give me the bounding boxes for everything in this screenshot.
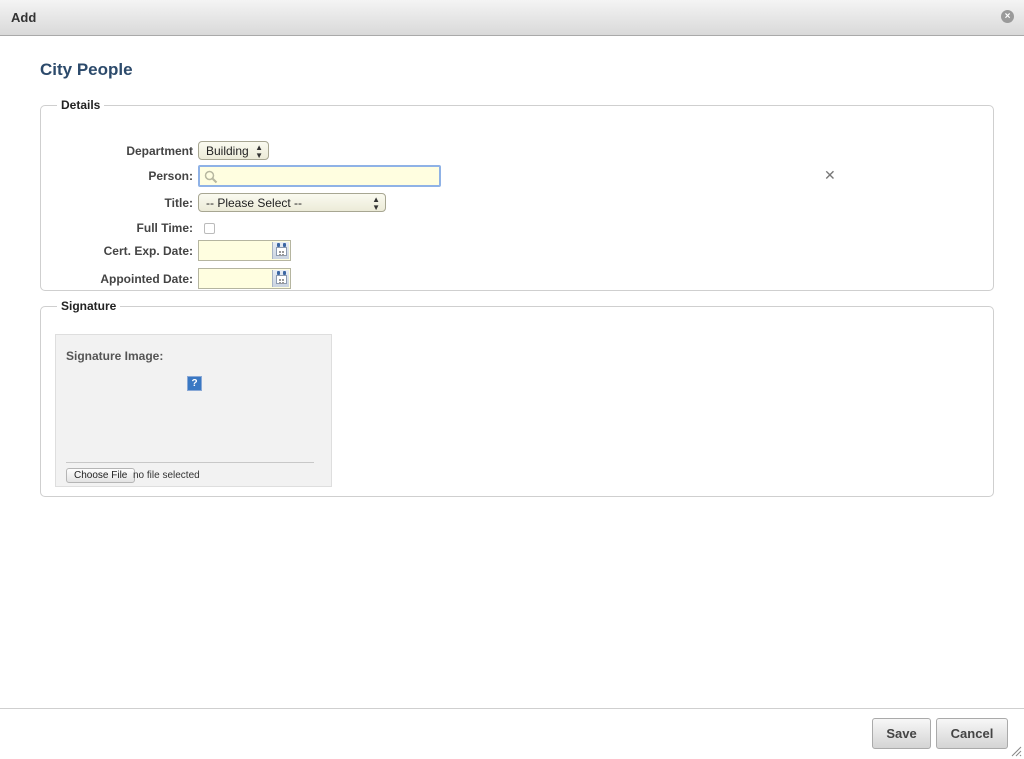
full-time-checkbox[interactable] bbox=[204, 223, 215, 234]
title-value: -- Please Select -- bbox=[206, 196, 303, 210]
resize-grip-icon[interactable] bbox=[1010, 745, 1022, 757]
calendar-icon[interactable] bbox=[272, 242, 289, 259]
cert-exp-date-input[interactable] bbox=[198, 240, 291, 261]
title-label: Title: bbox=[164, 196, 193, 210]
department-select[interactable]: Building ▲ ▼ bbox=[198, 141, 269, 160]
choose-file-button[interactable]: Choose File bbox=[66, 468, 136, 483]
select-arrows-icon: ▲ ▼ bbox=[372, 195, 380, 212]
appointed-date-input[interactable] bbox=[198, 268, 291, 289]
select-arrows-icon: ▲ ▼ bbox=[255, 143, 263, 160]
person-label: Person: bbox=[148, 169, 193, 183]
divider bbox=[66, 462, 314, 463]
save-button[interactable]: Save bbox=[872, 718, 931, 749]
person-input[interactable] bbox=[198, 165, 441, 187]
title-select[interactable]: -- Please Select -- ▲ ▼ bbox=[198, 193, 386, 212]
appointed-date-label: Appointed Date: bbox=[100, 272, 193, 286]
clear-x-icon[interactable]: ✕ bbox=[824, 167, 836, 184]
cancel-button[interactable]: Cancel bbox=[936, 718, 1008, 749]
cert-exp-date-label: Cert. Exp. Date: bbox=[103, 244, 193, 258]
dialog-titlebar: Add × bbox=[0, 0, 1024, 36]
department-value: Building bbox=[206, 144, 249, 158]
no-file-text: no file selected bbox=[133, 470, 200, 481]
signature-fieldset: Signature Signature Image: ? Choose File… bbox=[40, 299, 994, 497]
full-time-label: Full Time: bbox=[136, 221, 193, 235]
details-fieldset: Details Department Building ▲ ▼ Person: ✕… bbox=[40, 98, 994, 291]
calendar-icon[interactable] bbox=[272, 270, 289, 287]
signature-panel: Signature Image: ? Choose File no file s… bbox=[55, 334, 332, 487]
dialog-title: Add bbox=[11, 10, 37, 25]
details-legend: Details bbox=[61, 98, 101, 112]
department-label: Department bbox=[126, 144, 193, 158]
close-icon[interactable]: × bbox=[1001, 10, 1014, 23]
search-icon bbox=[204, 170, 218, 184]
signature-legend: Signature bbox=[61, 299, 117, 313]
broken-image-icon: ? bbox=[187, 376, 202, 391]
footer-divider bbox=[0, 708, 1024, 709]
page-title: City People bbox=[40, 60, 133, 79]
signature-image-label: Signature Image: bbox=[66, 349, 164, 363]
